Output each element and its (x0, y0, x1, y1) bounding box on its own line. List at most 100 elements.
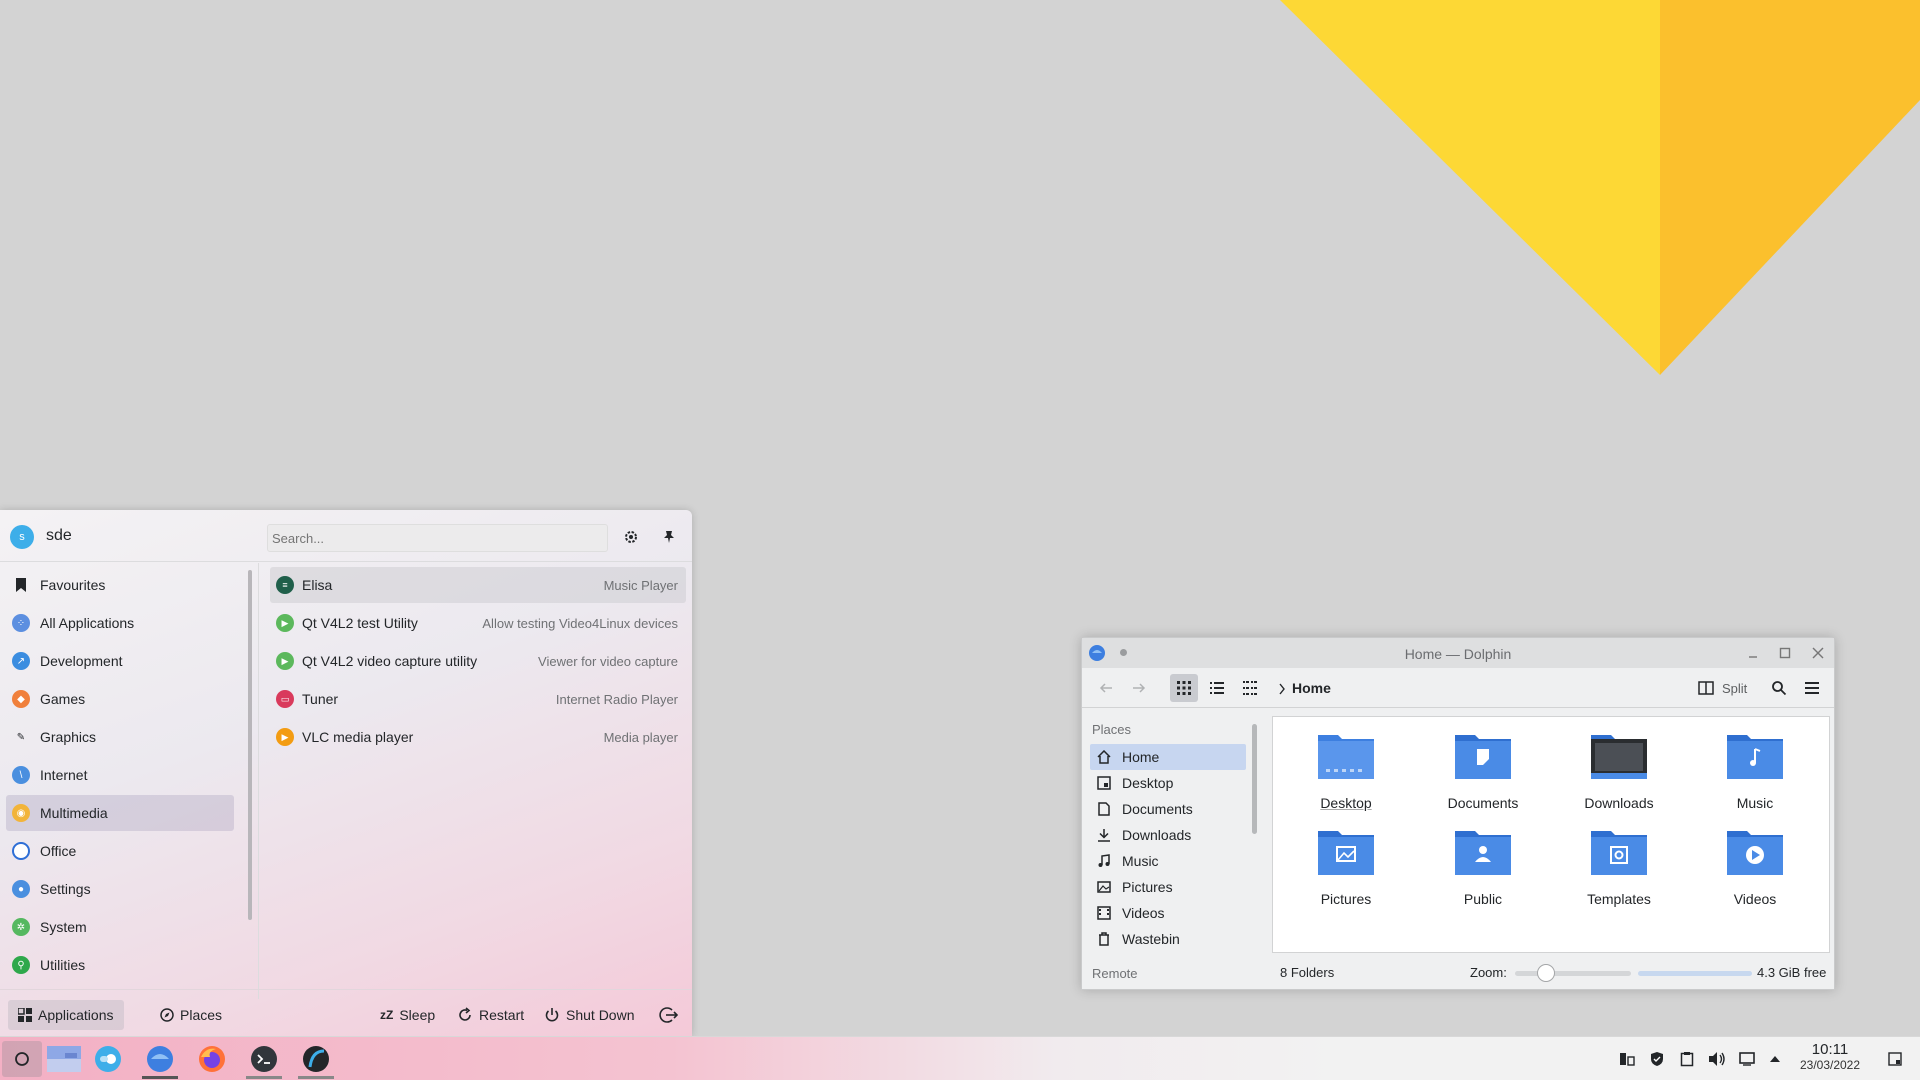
maximize-icon[interactable] (1779, 647, 1791, 659)
folder-documents[interactable]: Documents (1433, 729, 1533, 819)
zoom-slider-handle[interactable] (1537, 964, 1555, 982)
system-monitor-task[interactable] (296, 1041, 336, 1079)
split-button[interactable]: Split (1698, 674, 1756, 702)
category-system[interactable]: ✲ System (6, 909, 234, 945)
place-label: Pictures (1122, 879, 1173, 895)
zoom-slider[interactable] (1515, 971, 1631, 976)
app-name: Qt V4L2 video capture utility (302, 653, 478, 669)
pictures-icon (1096, 879, 1112, 895)
user-avatar[interactable]: s (10, 525, 34, 549)
details-view-button[interactable] (1203, 674, 1231, 702)
folder-pictures[interactable]: Pictures (1296, 825, 1396, 915)
discover-task[interactable] (88, 1041, 128, 1077)
qv4l2-icon: ▶ (276, 614, 294, 632)
category-utilities[interactable]: ⚲ Utilities (6, 947, 234, 983)
hamburger-menu-button[interactable] (1798, 674, 1826, 702)
active-task-indicator (142, 1076, 178, 1079)
status-bar: 8 Folders Zoom: 4.3 GiB free (1272, 956, 1830, 988)
tray-expand-icon[interactable] (1766, 1050, 1784, 1068)
app-description: Internet Radio Player (555, 691, 678, 707)
back-button[interactable] (1092, 674, 1120, 702)
folder-public[interactable]: Public (1433, 825, 1533, 915)
place-downloads[interactable]: Downloads (1090, 822, 1246, 848)
pager[interactable] (44, 1041, 84, 1077)
folder-videos[interactable]: Videos (1705, 825, 1805, 915)
folder-templates[interactable]: Templates (1569, 825, 1669, 915)
configure-button[interactable] (618, 524, 644, 550)
display-tray-icon[interactable] (1738, 1050, 1756, 1068)
folder-music-icon (1727, 735, 1783, 779)
folder-downloads[interactable]: Downloads (1569, 729, 1669, 819)
digital-clock[interactable]: 10:11 23/03/2022 (1786, 1041, 1874, 1072)
category-development[interactable]: ↗ Development (6, 643, 234, 679)
place-label: Music (1122, 853, 1159, 869)
category-label: System (40, 919, 87, 935)
category-office[interactable]: Office (6, 833, 234, 869)
folder-downloads-icon (1591, 735, 1647, 779)
app-qvidcap[interactable]: ▶ Qt V4L2 video capture utility Viewer f… (270, 643, 686, 679)
folder-label: Templates (1587, 891, 1651, 907)
folder-label: Videos (1733, 891, 1777, 907)
app-tuner[interactable]: ▭ Tuner Internet Radio Player (270, 681, 686, 717)
category-games[interactable]: ◆ Games (6, 681, 234, 717)
category-internet[interactable]: \ Internet (6, 757, 234, 793)
pin-button[interactable] (656, 524, 682, 550)
place-desktop[interactable]: Desktop (1090, 770, 1246, 796)
category-settings[interactable]: ● Settings (6, 871, 234, 907)
minimize-icon[interactable] (1747, 648, 1759, 660)
launcher-search-input[interactable] (267, 524, 608, 552)
games-icon: ◆ (12, 690, 30, 708)
places-tab[interactable]: Places (160, 1000, 222, 1030)
places-scrollbar[interactable] (1252, 724, 1257, 834)
terminal-icon (251, 1046, 277, 1072)
folder-music[interactable]: Music (1705, 729, 1805, 819)
breadcrumb-chevron-icon (1279, 683, 1285, 695)
activities-tray-icon[interactable] (1618, 1050, 1636, 1068)
dolphin-task[interactable] (140, 1041, 180, 1079)
place-music[interactable]: Music (1090, 848, 1246, 874)
place-videos[interactable]: Videos (1090, 900, 1246, 926)
shield-tray-icon[interactable] (1648, 1050, 1666, 1068)
folder-desktop[interactable]: Desktop (1296, 729, 1396, 819)
category-favourites[interactable]: Favourites (6, 567, 234, 603)
window-titlebar[interactable]: Home — Dolphin (1082, 638, 1834, 668)
forward-button[interactable] (1125, 674, 1153, 702)
utilities-icon: ⚲ (12, 956, 30, 974)
search-icon (1772, 681, 1787, 696)
shutdown-button[interactable]: Shut Down (544, 1000, 634, 1030)
place-documents[interactable]: Documents (1090, 796, 1246, 822)
hamburger-icon (1805, 682, 1819, 694)
close-icon[interactable] (1812, 647, 1824, 659)
folder-label: Pictures (1320, 891, 1372, 907)
firefox-task[interactable] (192, 1041, 232, 1077)
app-elisa[interactable]: ≡ Elisa Music Player (270, 567, 686, 603)
leave-button[interactable] (658, 1000, 684, 1030)
category-all-applications[interactable]: ⁘ All Applications (6, 605, 234, 641)
sleep-button[interactable]: zZ Sleep (380, 1000, 435, 1030)
category-label: Multimedia (40, 805, 108, 821)
launcher-button[interactable] (2, 1041, 42, 1077)
app-description: Viewer for video capture (538, 653, 678, 669)
category-scrollbar[interactable] (248, 570, 252, 920)
icons-view-button[interactable] (1170, 674, 1198, 702)
volume-tray-icon[interactable] (1708, 1050, 1726, 1068)
desktop-icon (1096, 775, 1112, 791)
place-home[interactable]: Home (1090, 744, 1246, 770)
compact-view-button[interactable] (1236, 674, 1264, 702)
category-multimedia[interactable]: ◉ Multimedia (6, 795, 234, 831)
app-vlc[interactable]: ▶ VLC media player Media player (270, 719, 686, 755)
place-wastebin[interactable]: Wastebin (1090, 926, 1246, 952)
category-graphics[interactable]: ✎ Graphics (6, 719, 234, 755)
search-button[interactable] (1765, 674, 1793, 702)
applications-tab[interactable]: Applications (8, 1000, 124, 1030)
app-qv4l2[interactable]: ▶ Qt V4L2 test Utility Allow testing Vid… (270, 605, 686, 641)
bookmark-icon (12, 576, 30, 594)
konsole-task[interactable] (244, 1041, 284, 1079)
breadcrumb-home[interactable]: Home (1292, 680, 1331, 696)
clipboard-tray-icon[interactable] (1678, 1050, 1696, 1068)
restart-button[interactable]: Restart (457, 1000, 524, 1030)
category-label: All Applications (40, 615, 135, 631)
zoom-label: Zoom: (1470, 965, 1507, 980)
show-desktop-icon[interactable] (1886, 1050, 1904, 1068)
place-pictures[interactable]: Pictures (1090, 874, 1246, 900)
